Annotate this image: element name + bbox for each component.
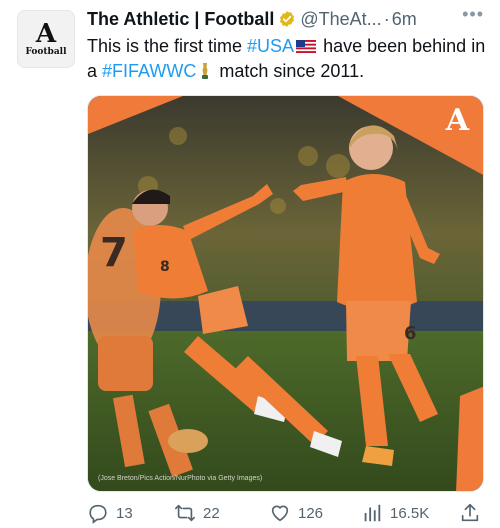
heart-icon xyxy=(271,505,289,522)
like-count: 126 xyxy=(298,504,324,522)
verified-badge-icon xyxy=(280,11,295,27)
tweet-photo[interactable]: 7 8 6 (Jose Breton/Pics Action/NurPhoto … xyxy=(87,95,484,492)
world-cup-trophy-emoji-icon xyxy=(202,63,209,79)
more-options-icon[interactable]: ••• xyxy=(462,4,484,25)
retweet-icon xyxy=(175,504,195,522)
display-name[interactable]: The Athletic | Football xyxy=(87,9,274,30)
us-flag-emoji-icon xyxy=(296,40,317,53)
retweet-button[interactable]: 22 xyxy=(174,502,220,524)
share-icon xyxy=(461,503,479,522)
tweet-actions-bar: 13 22 126 16.5K xyxy=(87,502,487,526)
tweet-header: The Athletic | Football @TheAt... · 6m •… xyxy=(87,4,486,30)
match-photo-image: 7 8 6 xyxy=(88,96,483,491)
hashtag-fifawwc-link[interactable]: #FIFAWWC xyxy=(102,61,196,81)
photo-credit: (Jose Breton/Pics Action/NurPhoto via Ge… xyxy=(98,475,263,482)
hashtag-usa-link[interactable]: #USA xyxy=(247,36,294,56)
athletic-logo-text: Football xyxy=(25,46,67,57)
retweet-count: 22 xyxy=(203,504,220,522)
svg-text:6: 6 xyxy=(404,323,417,344)
reply-button[interactable]: 13 xyxy=(87,502,133,524)
account-handle[interactable]: @TheAt... xyxy=(300,9,381,30)
views-chart-icon xyxy=(364,504,381,522)
athletic-logo-letter: A xyxy=(35,18,57,49)
like-button[interactable]: 126 xyxy=(269,502,323,524)
separator-dot: · xyxy=(383,8,390,29)
tweet-text: This is the first time #USA have been be… xyxy=(87,34,487,84)
reply-icon xyxy=(89,504,107,524)
svg-text:7: 7 xyxy=(100,230,128,276)
athletic-watermark-logo: A xyxy=(445,103,469,138)
views-button[interactable]: 16.5K xyxy=(361,502,429,524)
svg-text:8: 8 xyxy=(160,259,170,275)
share-button[interactable] xyxy=(459,502,488,524)
tweet-text-part: This is the first time xyxy=(87,36,248,56)
reply-count: 13 xyxy=(116,504,133,522)
avatar[interactable]: A Football xyxy=(17,10,75,68)
tweet-text-part: match since 2011. xyxy=(214,61,365,81)
timestamp[interactable]: 6m xyxy=(392,9,417,30)
view-count: 16.5K xyxy=(390,504,430,522)
